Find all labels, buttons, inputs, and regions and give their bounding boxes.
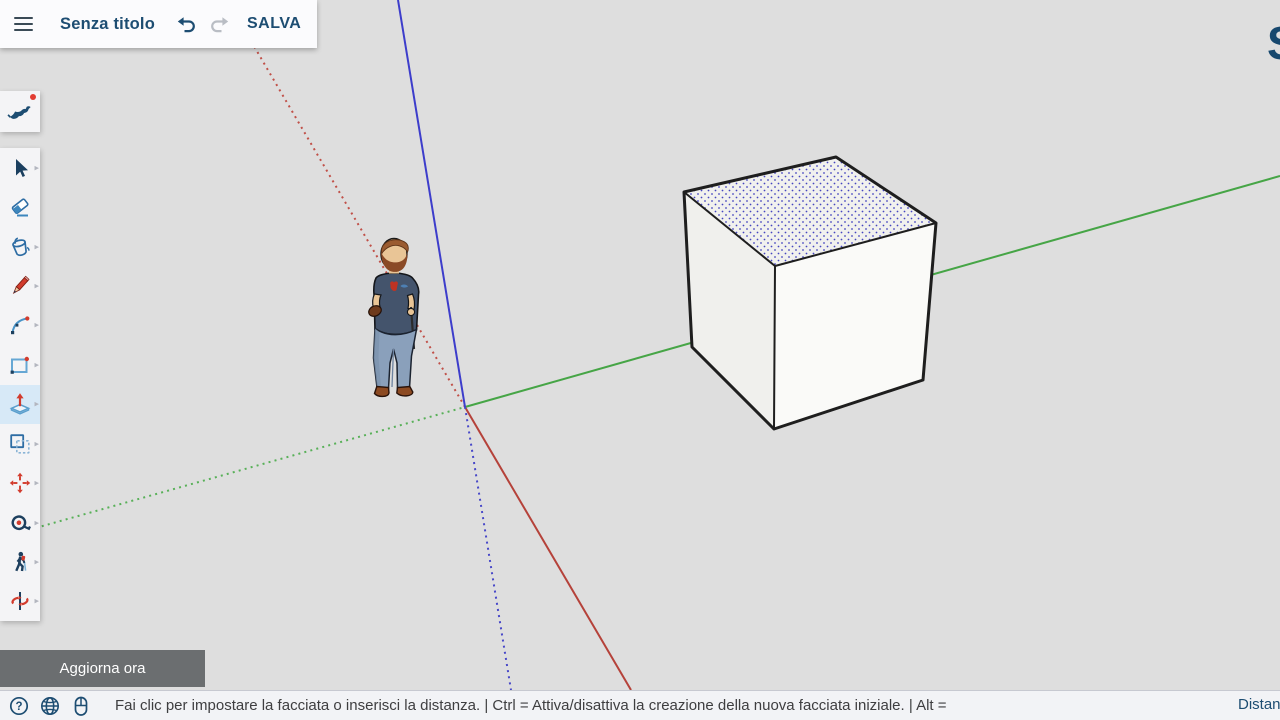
drawing-axes	[0, 0, 1280, 690]
globe-icon	[39, 695, 61, 717]
language-button[interactable]	[39, 695, 61, 717]
tool-arc[interactable]: ▸	[0, 306, 40, 345]
blue-axis-dotted	[465, 407, 511, 690]
flyout-chevron-icon: ▸	[34, 557, 39, 566]
eraser-tool-icon	[8, 195, 32, 219]
arc-tool-icon	[8, 313, 32, 337]
hamburger-menu-icon[interactable]	[14, 13, 33, 35]
document-title[interactable]: Senza titolo	[60, 15, 155, 34]
cube-model[interactable]	[684, 157, 936, 429]
tool-paint-bucket[interactable]: ▸	[0, 227, 40, 266]
mouse-settings-button[interactable]	[70, 695, 92, 717]
drawing-canvas[interactable]	[0, 0, 1280, 720]
tool-offset[interactable]: ▸	[0, 424, 40, 463]
status-bar: ? Fai clic per impostare la facciata o i…	[0, 690, 1280, 720]
flyout-chevron-icon: ▸	[34, 163, 39, 172]
flyout-chevron-icon: ▸	[34, 242, 39, 251]
help-icon: ?	[8, 695, 30, 717]
red-axis	[465, 407, 631, 690]
green-axis-dotted	[0, 407, 465, 538]
utility-toolbar	[0, 91, 40, 132]
update-now-button[interactable]: Aggiorna ora	[0, 650, 205, 687]
tape-measure-icon	[8, 511, 32, 535]
svg-text:?: ?	[15, 701, 22, 713]
search-modeler-button[interactable]	[0, 91, 40, 132]
tool-select[interactable]: ▸	[0, 148, 40, 187]
flyout-chevron-icon: ▸	[34, 321, 39, 330]
help-button[interactable]: ?	[8, 695, 30, 717]
flyout-chevron-icon: ▸	[34, 479, 39, 488]
flyout-chevron-icon: ▸	[34, 518, 39, 527]
pencil-line-icon	[8, 274, 32, 298]
redo-button[interactable]	[209, 13, 231, 35]
sketchup-web-app: { "header": { "title": "Senza titolo", "…	[0, 0, 1280, 720]
undo-button[interactable]	[175, 13, 197, 35]
tool-push-pull[interactable]: ▸	[0, 385, 40, 424]
tool-rectangle[interactable]: ▸	[0, 345, 40, 384]
figure-left-shoe	[375, 387, 390, 397]
status-message: Fai clic per impostare la facciata o ins…	[115, 697, 947, 714]
sketchup-logo: S	[1267, 20, 1280, 66]
tool-tape-measure[interactable]: ▸	[0, 503, 40, 542]
move-tool-icon	[8, 471, 32, 495]
save-button[interactable]: SALVA	[247, 15, 301, 33]
leaping-dog-icon	[7, 99, 33, 125]
tool-orbit[interactable]: ▸	[0, 582, 40, 621]
tool-eraser[interactable]	[0, 187, 40, 226]
select-tool-icon	[8, 156, 32, 180]
undo-arrow-icon	[175, 13, 197, 35]
flyout-chevron-icon: ▸	[34, 360, 39, 369]
measurement-label: Distanza	[1238, 696, 1280, 713]
orbit-tool-icon	[8, 589, 32, 613]
figure-right-hand	[407, 308, 414, 315]
flyout-chevron-icon: ▸	[34, 400, 39, 409]
person-scale-figure[interactable]	[367, 239, 419, 397]
tool-walk[interactable]: ▸	[0, 542, 40, 581]
offset-tool-icon	[8, 432, 32, 456]
notification-dot	[30, 94, 36, 100]
title-bar: Senza titolo SALVA	[0, 0, 317, 48]
flyout-chevron-icon: ▸	[34, 281, 39, 290]
flyout-chevron-icon: ▸	[34, 439, 39, 448]
push-pull-icon	[8, 392, 32, 416]
paint-bucket-icon	[8, 235, 32, 259]
figure-right-shoe	[397, 387, 413, 396]
red-axis-dotted	[227, 0, 465, 407]
mouse-icon	[70, 695, 92, 717]
redo-arrow-icon	[209, 13, 231, 35]
tool-move[interactable]: ▸	[0, 463, 40, 502]
tool-palette: ▸ ▸	[0, 148, 40, 621]
flyout-chevron-icon: ▸	[34, 597, 39, 606]
rectangle-tool-icon	[8, 353, 32, 377]
tool-line-pencil[interactable]: ▸	[0, 266, 40, 305]
walk-tool-icon	[8, 550, 32, 574]
